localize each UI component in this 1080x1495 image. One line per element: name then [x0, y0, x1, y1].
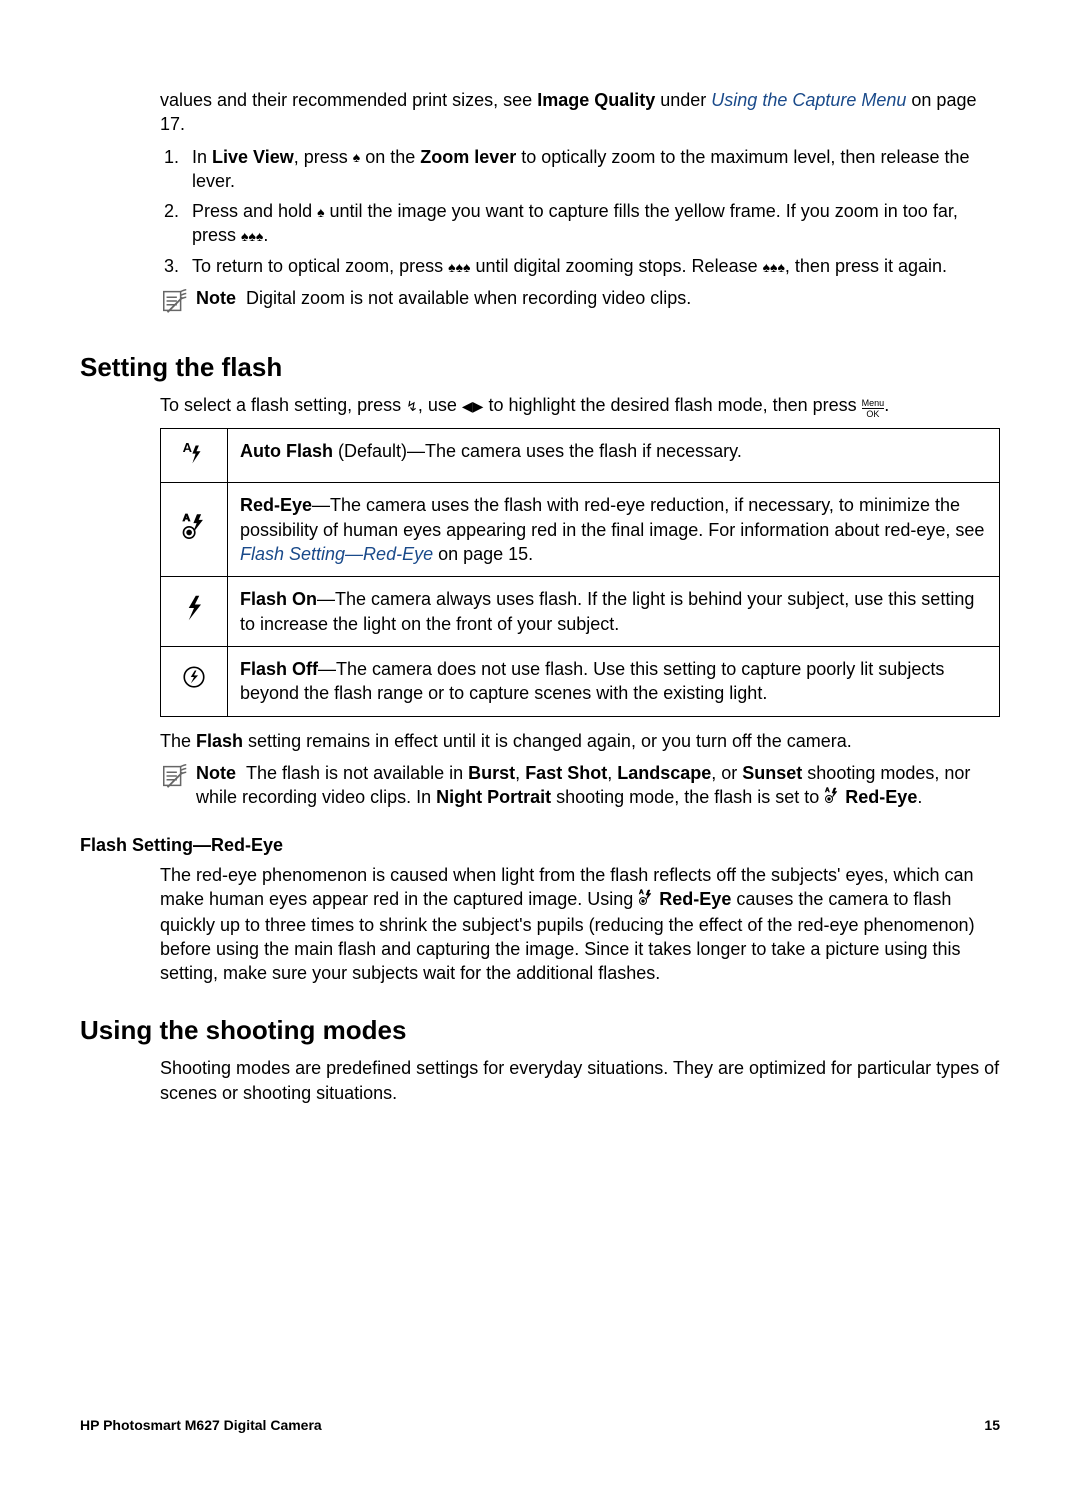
page-footer: HP Photosmart M627 Digital Camera 15	[80, 1416, 1000, 1435]
text-bold: Zoom lever	[420, 147, 516, 167]
note-label: Note	[196, 763, 236, 783]
menu-ok-icon: MenuOK	[862, 398, 885, 419]
note-digital-zoom: Note Digital zoom is not available when …	[160, 286, 1000, 322]
document-page: values and their recommended print sizes…	[0, 0, 1080, 1495]
flash-modes-table: A Auto Flash (Default)—The camera uses t…	[160, 428, 1000, 717]
table-row: A Auto Flash (Default)—The camera uses t…	[161, 428, 1000, 483]
flash-icon: ↯	[406, 397, 418, 416]
link-capture-menu[interactable]: Using the Capture Menu	[711, 90, 906, 110]
note-flash-availability: Note The flash is not available in Burst…	[160, 761, 1000, 811]
svg-text:A: A	[639, 889, 644, 896]
svg-text:A: A	[183, 512, 191, 524]
step-3: To return to optical zoom, press ♠♠♠ unt…	[184, 254, 1000, 278]
zoom-out-icon: ♠♠♠	[763, 258, 785, 277]
note-label: Note	[196, 288, 236, 308]
step-2: Press and hold ♠ until the image you wan…	[184, 199, 1000, 248]
flash-on-icon	[161, 577, 228, 647]
red-eye-small-icon: A	[824, 786, 840, 810]
table-row: Flash On—The camera always uses flash. I…	[161, 577, 1000, 647]
flash-off-desc: Flash Off—The camera does not use flash.…	[228, 646, 1000, 716]
redeye-paragraph: The red-eye phenomenon is caused when li…	[160, 863, 1000, 986]
text-bold: Image Quality	[537, 90, 655, 110]
text: values and their recommended print sizes…	[160, 90, 537, 110]
link-red-eye[interactable]: Flash Setting—Red-Eye	[240, 544, 433, 564]
heading-flash-redeye: Flash Setting—Red-Eye	[80, 833, 1000, 857]
step-1: In Live View, press ♠ on the Zoom lever …	[184, 145, 1000, 194]
heading-setting-flash: Setting the flash	[80, 350, 1000, 385]
footer-page-number: 15	[984, 1416, 1000, 1435]
carryover-paragraph: values and their recommended print sizes…	[160, 88, 1000, 137]
flash-off-icon	[161, 646, 228, 716]
red-eye-small-icon: A	[638, 888, 654, 912]
footer-product-name: HP Photosmart M627 Digital Camera	[80, 1416, 322, 1435]
red-eye-desc: Red-Eye—The camera uses the flash with r…	[228, 483, 1000, 577]
flash-intro: To select a flash setting, press ↯, use …	[160, 393, 1000, 417]
left-right-arrows-icon: ◀▶	[462, 397, 484, 416]
note-text: Digital zoom is not available when recor…	[246, 288, 691, 308]
text: under	[655, 90, 711, 110]
heading-shooting-modes: Using the shooting modes	[80, 1013, 1000, 1048]
text-bold: Live View	[212, 147, 294, 167]
auto-flash-desc: Auto Flash (Default)—The camera uses the…	[228, 428, 1000, 483]
zoom-out-icon: ♠♠♠	[241, 227, 263, 246]
zoom-out-icon: ♠♠♠	[448, 258, 470, 277]
table-row: Flash Off—The camera does not use flash.…	[161, 646, 1000, 716]
shooting-modes-paragraph: Shooting modes are predefined settings f…	[160, 1056, 1000, 1105]
flash-on-desc: Flash On—The camera always uses flash. I…	[228, 577, 1000, 647]
svg-text:A: A	[183, 440, 193, 455]
zoom-steps-list: In Live View, press ♠ on the Zoom lever …	[160, 145, 1000, 278]
auto-flash-icon: A	[161, 428, 228, 483]
flash-remains-paragraph: The Flash setting remains in effect unti…	[160, 729, 1000, 753]
red-eye-icon: A	[161, 483, 228, 577]
table-row: A Red-Eye—The camera uses the flash with…	[161, 483, 1000, 577]
zoom-in-icon: ♠	[317, 203, 324, 222]
note-icon	[160, 761, 196, 811]
note-icon	[160, 286, 196, 322]
svg-text:A: A	[825, 787, 830, 794]
